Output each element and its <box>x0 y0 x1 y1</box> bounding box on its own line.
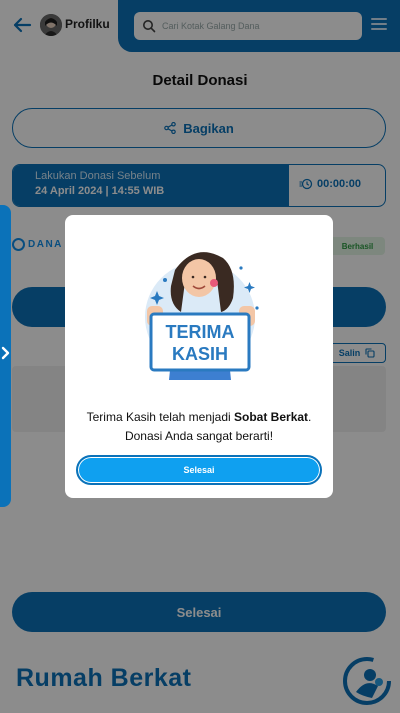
thank-you-illustration: TERIMA KASIH <box>145 252 259 380</box>
modal-message-line2: Donasi Anda sangat berarti! <box>124 429 274 443</box>
modal-message-part2: . <box>308 410 312 424</box>
modal-message-bold: Sobat Berkat <box>234 410 309 424</box>
illustration-text-2: KASIH <box>172 344 228 364</box>
chevron-right-icon[interactable] <box>1 346 11 360</box>
illustration-text-1: TERIMA <box>166 322 235 342</box>
modal-message-part1: Terima Kasih telah menjadi <box>86 410 235 424</box>
modal-message: Terima Kasih telah menjadi Sobat Berkat.… <box>65 408 333 446</box>
thank-you-modal: TERIMA KASIH Terima Kasih telah menjadi … <box>65 215 333 498</box>
modal-finish-button[interactable]: Selesai <box>76 455 322 485</box>
